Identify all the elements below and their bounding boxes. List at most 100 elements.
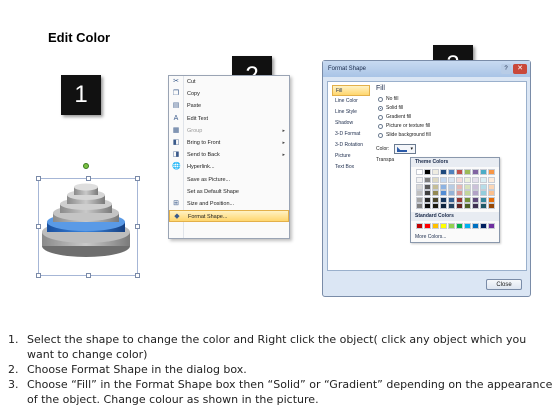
color-swatch[interactable]: [480, 223, 487, 229]
color-swatch[interactable]: [480, 177, 487, 183]
color-swatch[interactable]: [424, 223, 431, 229]
color-swatch[interactable]: [464, 196, 471, 203]
color-swatch[interactable]: [488, 223, 495, 229]
menu-item-paste[interactable]: ▤ Paste: [169, 100, 289, 112]
color-swatch[interactable]: [424, 169, 431, 175]
color-swatch[interactable]: [448, 177, 455, 183]
color-swatch[interactable]: [472, 196, 479, 203]
color-swatch[interactable]: [480, 203, 487, 209]
radio-button[interactable]: [378, 124, 383, 129]
color-swatch[interactable]: [448, 196, 455, 203]
color-swatch[interactable]: [440, 177, 447, 183]
color-swatch[interactable]: [416, 196, 423, 203]
radio-button[interactable]: [378, 133, 383, 138]
color-swatch[interactable]: [416, 223, 423, 229]
color-swatch[interactable]: [440, 190, 447, 196]
menu-item-hyperlink[interactable]: 🌐 Hyperlink...: [169, 161, 289, 173]
nav-item-picture[interactable]: Picture: [332, 151, 370, 162]
color-swatch[interactable]: [488, 196, 495, 203]
color-swatch[interactable]: [416, 169, 423, 175]
color-picker-button[interactable]: ◣ ▾: [394, 144, 416, 154]
color-swatch[interactable]: [416, 177, 423, 183]
color-swatch[interactable]: [488, 169, 495, 175]
menu-item-copy[interactable]: ❐ Copy: [169, 88, 289, 100]
color-swatch[interactable]: [472, 190, 479, 196]
color-swatch[interactable]: [440, 196, 447, 203]
menu-item-format-shape[interactable]: ◆ Format Shape...: [169, 210, 289, 223]
color-swatch[interactable]: [456, 223, 463, 229]
close-icon[interactable]: ✕: [513, 64, 527, 74]
radio-button[interactable]: [378, 97, 383, 102]
color-swatch[interactable]: [472, 223, 479, 229]
nav-item-3-d-rotation[interactable]: 3-D Rotation: [332, 140, 370, 151]
more-colors-link[interactable]: More Colors...: [415, 234, 446, 240]
color-swatch[interactable]: [480, 190, 487, 196]
nav-item-shadow[interactable]: Shadow: [332, 118, 370, 129]
color-swatch[interactable]: [432, 183, 439, 190]
nav-item-fill[interactable]: Fill: [332, 85, 370, 96]
color-swatch[interactable]: [424, 203, 431, 209]
color-swatch[interactable]: [456, 183, 463, 190]
color-swatch[interactable]: [432, 177, 439, 183]
color-swatch[interactable]: [456, 177, 463, 183]
menu-item-group[interactable]: ▦ Group ▸: [169, 125, 289, 137]
fill-option[interactable]: Slide background fill: [376, 131, 524, 140]
color-swatch[interactable]: [464, 169, 471, 175]
color-swatch[interactable]: [440, 223, 447, 229]
color-swatch[interactable]: [480, 183, 487, 190]
radio-button[interactable]: [378, 106, 383, 111]
fill-option[interactable]: Solid fill: [376, 104, 524, 113]
color-swatch[interactable]: [440, 183, 447, 190]
menu-item-send-to-back[interactable]: ◨ Send to Back ▸: [169, 149, 289, 161]
color-swatch[interactable]: [472, 169, 479, 175]
color-swatch[interactable]: [424, 190, 431, 196]
color-swatch[interactable]: [440, 203, 447, 209]
color-swatch[interactable]: [472, 177, 479, 183]
stacked-pyramid-shape[interactable]: [36, 160, 140, 280]
color-swatch[interactable]: [472, 203, 479, 209]
fill-option[interactable]: Picture or texture fill: [376, 122, 524, 131]
color-swatch[interactable]: [448, 183, 455, 190]
color-swatch[interactable]: [416, 203, 423, 209]
color-swatch[interactable]: [424, 196, 431, 203]
color-swatch[interactable]: [464, 177, 471, 183]
color-swatch[interactable]: [488, 190, 495, 196]
radio-button[interactable]: [378, 115, 383, 120]
color-swatch[interactable]: [448, 190, 455, 196]
color-swatch[interactable]: [464, 190, 471, 196]
color-swatch[interactable]: [432, 223, 439, 229]
color-swatch[interactable]: [456, 190, 463, 196]
color-swatch[interactable]: [448, 169, 455, 175]
color-swatch[interactable]: [416, 183, 423, 190]
menu-item-cut[interactable]: ✂ Cut: [169, 76, 289, 88]
color-swatch[interactable]: [472, 183, 479, 190]
nav-item-line-color[interactable]: Line Color: [332, 96, 370, 107]
menu-item-edit-text[interactable]: A Edit Text: [169, 113, 289, 125]
color-swatch[interactable]: [464, 183, 471, 190]
color-swatch[interactable]: [432, 190, 439, 196]
color-swatch[interactable]: [440, 169, 447, 175]
color-swatch[interactable]: [432, 196, 439, 203]
menu-item-bring-to-front[interactable]: ◧ Bring to Front ▸: [169, 137, 289, 149]
color-swatch[interactable]: [464, 223, 471, 229]
close-button[interactable]: Close: [486, 279, 522, 290]
nav-item-3-d-format[interactable]: 3-D Format: [332, 129, 370, 140]
color-swatch[interactable]: [448, 203, 455, 209]
color-swatch[interactable]: [456, 169, 463, 175]
menu-item-size-and-position[interactable]: ⊞ Size and Position...: [169, 198, 289, 210]
color-swatch[interactable]: [488, 203, 495, 209]
color-swatch[interactable]: [424, 183, 431, 190]
color-swatch[interactable]: [448, 223, 455, 229]
menu-item-save-as-picture[interactable]: Save as Picture...: [169, 174, 289, 186]
help-icon[interactable]: ?: [501, 64, 511, 74]
color-swatch[interactable]: [480, 169, 487, 175]
color-swatch[interactable]: [424, 177, 431, 183]
color-swatch[interactable]: [480, 196, 487, 203]
color-swatch[interactable]: [432, 203, 439, 209]
color-swatch[interactable]: [416, 190, 423, 196]
nav-item-line-style[interactable]: Line Style: [332, 107, 370, 118]
color-swatch[interactable]: [456, 196, 463, 203]
nav-item-text-box[interactable]: Text Box: [332, 162, 370, 173]
menu-item-set-as-default-shape[interactable]: Set as Default Shape: [169, 186, 289, 198]
color-swatch[interactable]: [464, 203, 471, 209]
